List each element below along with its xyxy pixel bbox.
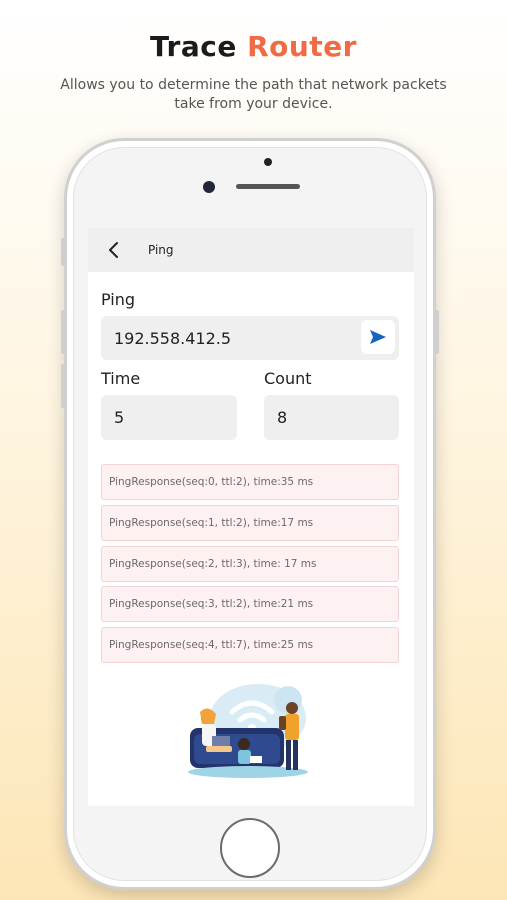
headline-word-trace: Trace: [150, 30, 237, 63]
home-button[interactable]: [220, 818, 280, 878]
ping-response-item: PingResponse(seq:3, ttl:2), time:21 ms: [101, 586, 399, 622]
phone-camera: [203, 181, 215, 193]
headline-word-router: Router: [247, 30, 357, 63]
phone-power-button: [434, 310, 439, 354]
ping-response-item: PingResponse(seq:1, ttl:2), time:17 ms: [101, 505, 399, 541]
ping-host-value: 192.558.412.5: [114, 328, 232, 348]
app-screen: Ping Ping 192.558.412.5 Time 5 Count 8 P…: [88, 228, 414, 806]
phone-silent-switch: [61, 238, 66, 266]
back-button[interactable]: [94, 228, 134, 272]
time-field[interactable]: 5: [101, 395, 237, 440]
ping-host-field[interactable]: 192.558.412.5: [101, 316, 399, 360]
page-subtitle: Allows you to determine the path that ne…: [60, 77, 447, 112]
app-bar-title: Ping: [148, 243, 174, 257]
network-people-illustration: [188, 684, 308, 778]
app-bar: Ping: [88, 228, 414, 272]
phone-sensor: [264, 158, 272, 166]
ping-label: Ping: [101, 290, 136, 309]
page-headline: Trace Router: [0, 30, 507, 63]
ping-response-item: PingResponse(seq:2, ttl:3), time: 17 ms: [101, 546, 399, 582]
send-icon: [370, 330, 386, 344]
phone-volume-down: [61, 364, 66, 408]
time-value: 5: [114, 408, 125, 427]
count-field[interactable]: 8: [264, 395, 399, 440]
count-label: Count: [264, 369, 312, 388]
ping-response-item: PingResponse(seq:0, ttl:2), time:35 ms: [101, 464, 399, 500]
time-label: Time: [101, 369, 141, 388]
ping-response-item: PingResponse(seq:4, ttl:7), time:25 ms: [101, 627, 399, 663]
phone-volume-up: [61, 310, 66, 354]
chevron-left-icon: [109, 242, 118, 258]
count-value: 8: [277, 408, 288, 427]
phone-earpiece: [236, 184, 300, 189]
send-button[interactable]: [361, 320, 395, 354]
